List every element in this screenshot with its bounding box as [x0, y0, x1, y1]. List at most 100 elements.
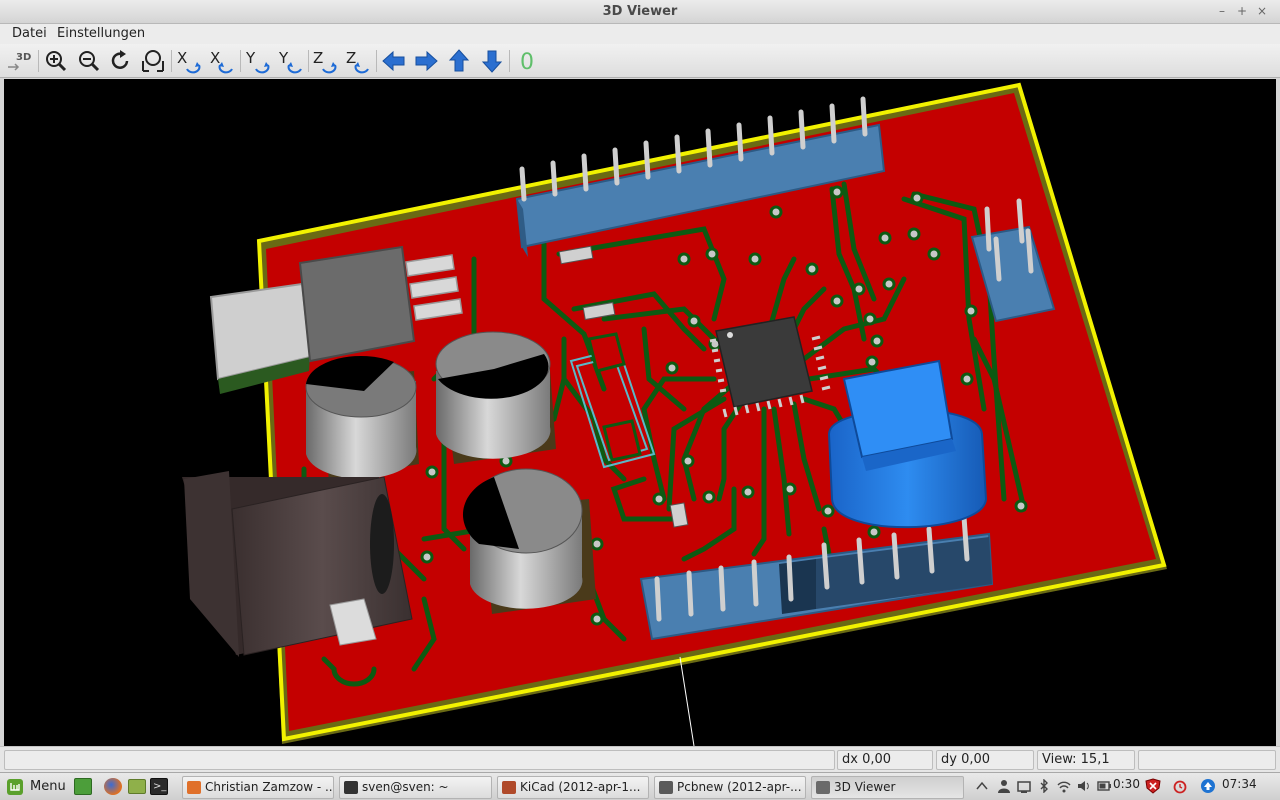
tray-user-icon[interactable] — [997, 779, 1011, 793]
rotate-z-ccw-button[interactable]: Z — [344, 47, 372, 75]
zoom-fit-icon — [142, 50, 164, 72]
pan-down-button[interactable] — [478, 47, 506, 75]
task-firefox[interactable]: Christian Zamzow - ... — [182, 776, 334, 799]
tray-alarm-icon[interactable] — [1172, 778, 1188, 794]
kicad-icon — [502, 781, 516, 794]
ortho-button[interactable]: 0 — [513, 47, 541, 75]
svg-text:3D: 3D — [16, 52, 31, 63]
arrow-up-icon — [448, 49, 470, 72]
rotate-x-ccw-button[interactable]: X — [208, 47, 236, 75]
3d-viewer-icon — [816, 781, 830, 794]
zoom-out-button[interactable] — [75, 47, 103, 75]
toolbar-separator — [240, 50, 241, 72]
svg-text:Z: Z — [346, 49, 356, 67]
battery-time: 0:30 — [1113, 777, 1140, 791]
status-dy: dy 0,00 — [936, 750, 1034, 770]
svg-text:Y: Y — [245, 49, 256, 67]
task-label: 3D Viewer — [834, 780, 896, 794]
start-menu-button[interactable]: Menu — [4, 777, 66, 797]
terminal-icon — [344, 781, 358, 794]
task-label: KiCad (2012-apr-1... — [520, 780, 641, 794]
menu-datei[interactable]: Datei — [12, 25, 47, 43]
capacitor-2 — [435, 331, 556, 464]
task-label: sven@sven: ~ — [362, 780, 449, 794]
rotate-x-ccw-icon: X — [210, 49, 233, 74]
3d-canvas[interactable] — [4, 79, 1276, 746]
toolbar-separator — [308, 50, 309, 72]
rotate-x-cw-icon: X — [177, 49, 201, 74]
title-bar: 3D Viewer – + × — [0, 0, 1280, 24]
terminal-launcher-icon[interactable]: >_ — [150, 778, 168, 795]
rotate-y-cw-icon: Y — [245, 49, 270, 74]
tray-update-icon[interactable] — [1200, 778, 1216, 794]
arrow-down-icon — [481, 50, 503, 73]
reload-3d-icon: 3D — [8, 52, 31, 71]
task-kicad[interactable]: KiCad (2012-apr-1... — [497, 776, 649, 799]
svg-text:0: 0 — [520, 50, 534, 75]
zoom-in-button[interactable] — [42, 47, 70, 75]
tray-bluetooth-icon[interactable] — [1037, 779, 1051, 793]
ortho-icon: 0 — [520, 50, 534, 75]
tray-up-arrow-icon[interactable] — [975, 779, 989, 793]
status-extra — [1138, 750, 1276, 770]
reload-3d-button[interactable]: 3D — [6, 47, 34, 75]
tray-shield-icon[interactable] — [1145, 778, 1161, 794]
redraw-icon — [111, 50, 129, 69]
task-terminal[interactable]: sven@sven: ~ — [339, 776, 492, 799]
redraw-button[interactable] — [107, 47, 135, 75]
files-launcher-icon[interactable] — [128, 779, 146, 794]
taskbar: Menu >_ Christian Zamzow - ... sven@sven… — [0, 772, 1280, 800]
pan-left-button[interactable] — [380, 47, 408, 75]
arrow-right-icon — [415, 50, 438, 72]
zoom-fit-button[interactable] — [139, 47, 167, 75]
status-dx: dx 0,00 — [837, 750, 933, 770]
screen: 3D Viewer – + × Datei Einstellungen 3D X… — [0, 0, 1280, 800]
rotate-y-ccw-icon: Y — [278, 49, 302, 74]
menu-einstellungen[interactable]: Einstellungen — [57, 25, 145, 43]
rotate-y-ccw-button[interactable]: Y — [277, 47, 305, 75]
task-label: Pcbnew (2012-apr-... — [677, 780, 802, 794]
tray-wifi-icon[interactable] — [1057, 779, 1071, 793]
window-title: 3D Viewer — [602, 4, 678, 19]
toolbar-separator — [38, 50, 39, 72]
tray-battery-icon[interactable] — [1097, 779, 1111, 793]
toolbar-separator — [376, 50, 377, 72]
tray-volume-icon[interactable] — [1077, 779, 1091, 793]
rotate-z-cw-button[interactable]: Z — [311, 47, 339, 75]
pcb-3d-render — [182, 82, 1167, 746]
start-menu-label: Menu — [30, 779, 66, 794]
svg-text:X: X — [210, 49, 220, 67]
status-view: View: 15,1 — [1037, 750, 1135, 770]
status-message — [4, 750, 835, 770]
clock: 07:34 — [1222, 777, 1257, 791]
rotate-z-cw-icon: Z — [313, 49, 337, 74]
toolbar: 3D X X Y Y Z Z 0 — [0, 44, 1280, 78]
capacitor-1 — [305, 355, 419, 481]
close-button[interactable]: × — [1253, 2, 1271, 20]
pcbnew-icon — [659, 781, 673, 794]
maximize-button[interactable]: + — [1233, 2, 1251, 20]
task-pcbnew[interactable]: Pcbnew (2012-apr-... — [654, 776, 806, 799]
toolbar-separator — [509, 50, 510, 72]
firefox-launcher-icon[interactable] — [104, 778, 122, 795]
rotate-z-ccw-icon: Z — [346, 49, 369, 74]
toolbar-separator — [171, 50, 172, 72]
minimize-button[interactable]: – — [1213, 2, 1231, 20]
svg-text:Z: Z — [313, 49, 323, 67]
svg-text:X: X — [177, 49, 187, 67]
task-label: Christian Zamzow - ... — [205, 780, 334, 794]
rotate-x-cw-button[interactable]: X — [175, 47, 203, 75]
menu-bar: Datei Einstellungen — [0, 24, 1280, 44]
tray-network-icon[interactable] — [1017, 779, 1031, 793]
zoom-out-icon — [79, 51, 100, 72]
show-desktop-icon[interactable] — [74, 778, 92, 795]
task-3d-viewer[interactable]: 3D Viewer — [811, 776, 964, 799]
rotate-y-cw-button[interactable]: Y — [244, 47, 272, 75]
zoom-in-icon — [46, 51, 67, 72]
svg-text:Y: Y — [278, 49, 289, 67]
pan-right-button[interactable] — [412, 47, 440, 75]
status-bar: dx 0,00 dy 0,00 View: 15,1 — [0, 746, 1280, 772]
firefox-icon — [187, 781, 201, 794]
pan-up-button[interactable] — [445, 47, 473, 75]
mint-logo-icon — [7, 779, 23, 795]
